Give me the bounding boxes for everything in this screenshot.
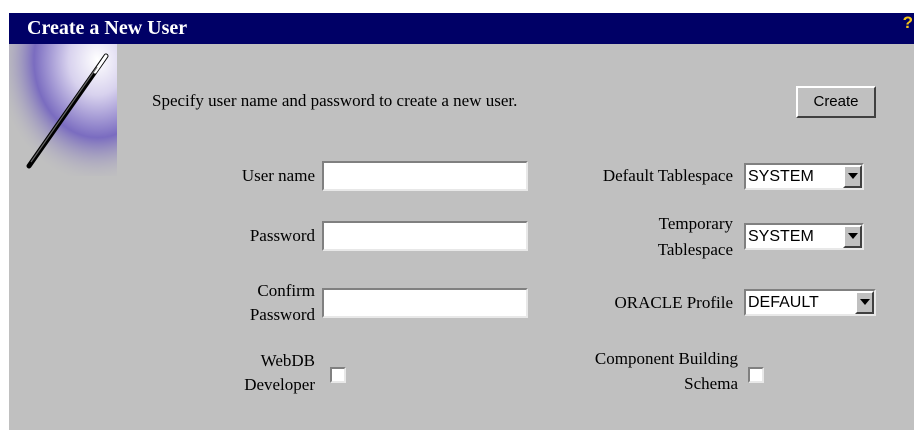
webdb-developer-checkbox[interactable] <box>330 367 346 383</box>
magic-wand-icon <box>9 44 117 176</box>
temporary-tablespace-label: Temporary Tablespace <box>509 211 733 263</box>
chevron-down-icon[interactable] <box>843 225 862 248</box>
webdb-label-line2: Developer <box>244 375 315 394</box>
confirm-label-line2: Password <box>249 305 315 324</box>
confirm-password-label: Confirm Password <box>159 279 315 327</box>
title-bar: Create a New User ? <box>9 13 914 44</box>
temp-label-line2: Tablespace <box>657 240 733 259</box>
username-label: User name <box>241 166 315 185</box>
intro-description: Specify user name and password to create… <box>152 91 518 110</box>
oracle-profile-label: ORACLE Profile <box>614 293 733 312</box>
page-title: Create a New User <box>27 17 188 39</box>
create-button[interactable]: Create <box>796 86 876 118</box>
default-tablespace-select[interactable]: SYSTEM <box>744 163 864 190</box>
webdb-developer-label: WebDB Developer <box>159 349 315 397</box>
component-building-schema-checkbox[interactable] <box>748 367 764 383</box>
component-building-schema-label: Component Building Schema <box>489 346 738 396</box>
temporary-tablespace-select[interactable]: SYSTEM <box>744 223 864 250</box>
temp-label-line1: Temporary <box>658 214 733 233</box>
username-input[interactable] <box>322 161 528 191</box>
chevron-down-icon[interactable] <box>843 165 862 188</box>
password-input[interactable] <box>322 221 528 251</box>
webdb-label-line1: WebDB <box>260 351 315 370</box>
temporary-tablespace-value: SYSTEM <box>748 228 814 245</box>
confirm-password-input[interactable] <box>322 288 528 318</box>
password-label: Password <box>249 226 315 245</box>
confirm-label-line1: Confirm <box>257 281 315 300</box>
create-user-panel: Create a New User ? Specify user name an… <box>9 13 914 430</box>
oracle-profile-value: DEFAULT <box>748 294 819 311</box>
help-icon[interactable]: ? <box>903 14 913 32</box>
component-label-line1: Component Building <box>594 349 738 368</box>
default-tablespace-value: SYSTEM <box>748 168 814 185</box>
default-tablespace-label: Default Tablespace <box>602 166 733 185</box>
component-label-line2: Schema <box>684 374 738 393</box>
oracle-profile-select[interactable]: DEFAULT <box>744 289 876 316</box>
chevron-down-icon[interactable] <box>855 291 874 314</box>
